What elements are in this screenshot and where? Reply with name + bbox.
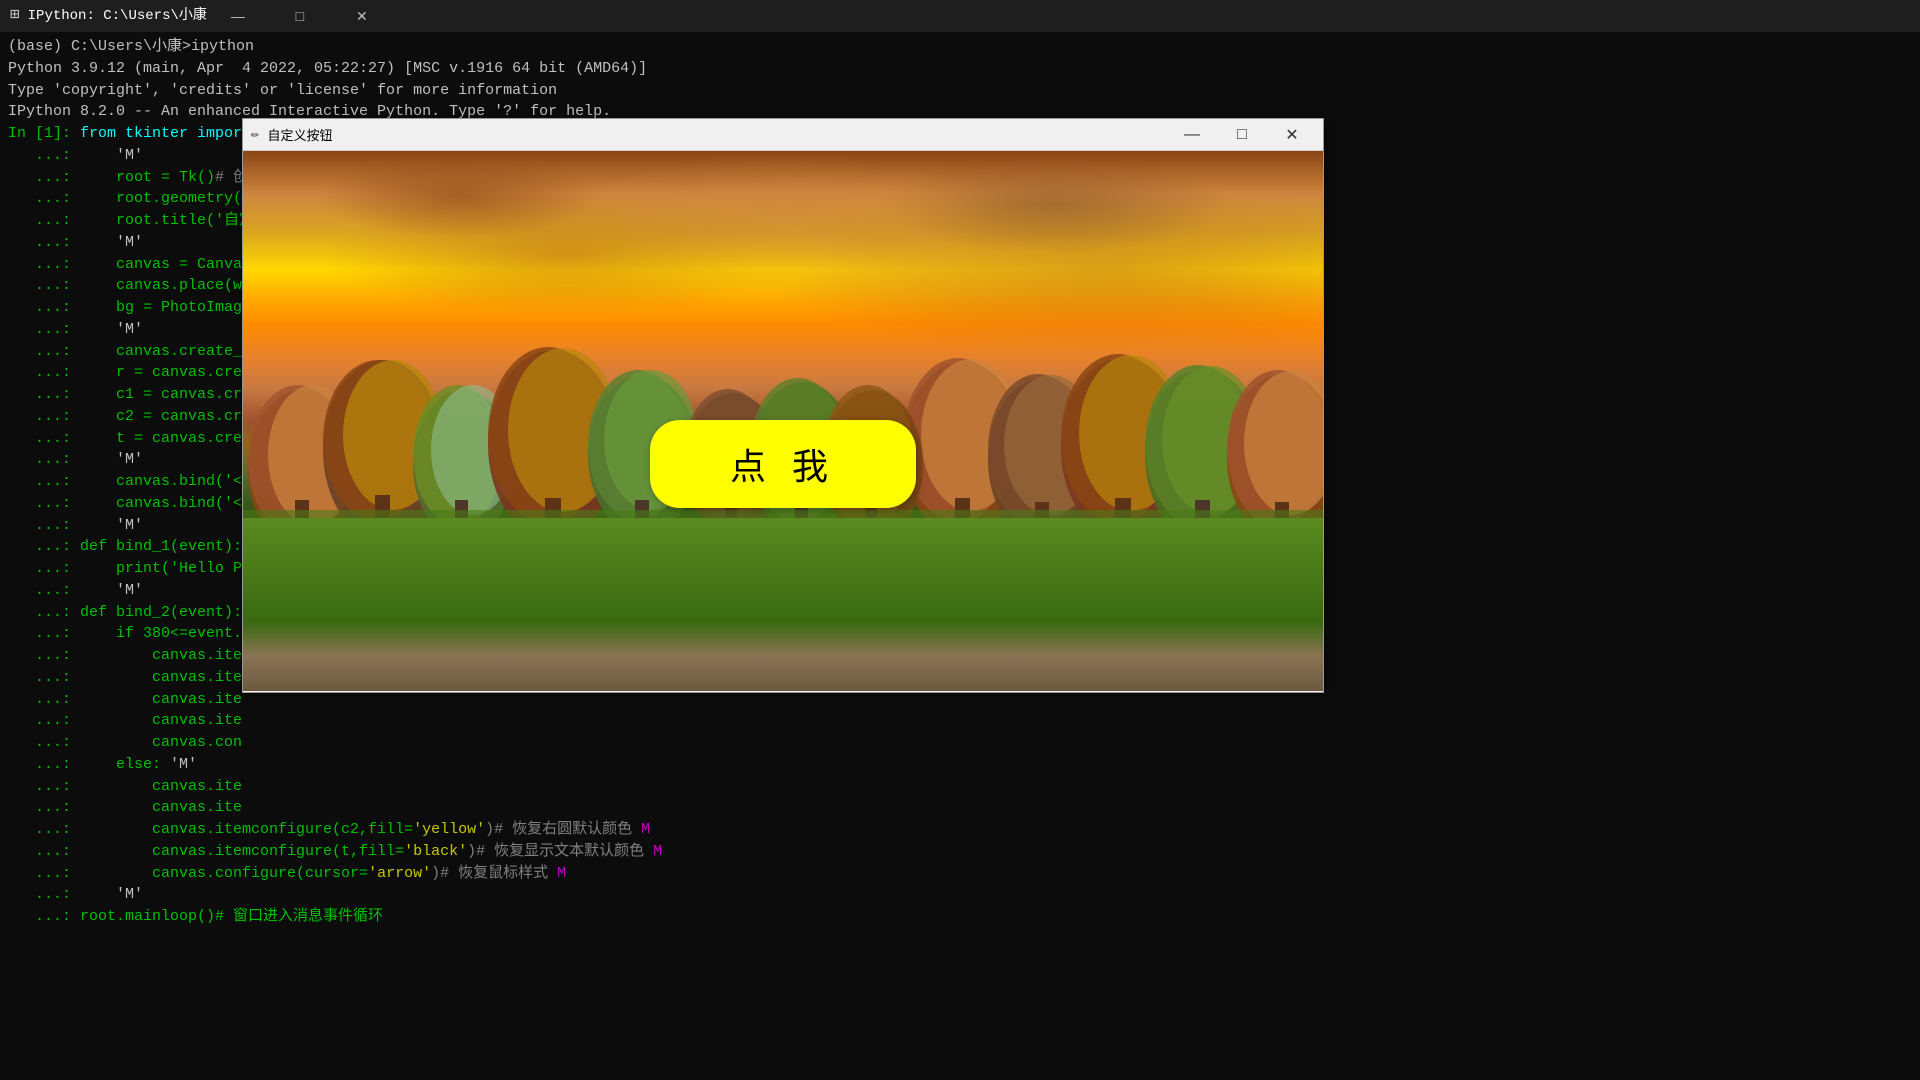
tkinter-window-controls: — □ ✕ bbox=[1169, 121, 1315, 149]
terminal-line: Type 'copyright', 'credits' or 'license'… bbox=[8, 80, 1912, 102]
terminal-titlebar: ⊞ IPython: C:\Users\小康 — □ ✕ bbox=[0, 0, 1920, 32]
terminal-line: Python 3.9.12 (main, Apr 4 2022, 05:22:2… bbox=[8, 58, 1912, 80]
terminal-close-button[interactable]: ✕ bbox=[339, 2, 385, 30]
tkinter-close-button[interactable]: ✕ bbox=[1269, 121, 1315, 149]
terminal-title: IPython: C:\Users\小康 bbox=[28, 6, 207, 26]
tkinter-minimize-button[interactable]: — bbox=[1169, 121, 1215, 149]
canvas-ground bbox=[243, 518, 1323, 691]
terminal-line: ...: canvas.ite bbox=[8, 710, 1912, 732]
terminal-line: ...: root.mainloop()# 窗口进入消息事件循环 bbox=[8, 906, 1912, 928]
canvas-click-button[interactable]: 点 我 bbox=[650, 420, 916, 508]
tkinter-canvas: 点 我 bbox=[243, 151, 1323, 691]
terminal-line: ...: canvas.con bbox=[8, 732, 1912, 754]
tkinter-window-icon: ✏ bbox=[251, 126, 259, 143]
tkinter-window-title: 自定义按钮 bbox=[267, 125, 1161, 144]
terminal-line: ...: else: 'M' bbox=[8, 754, 1912, 776]
terminal-line: ...: canvas.itemconfigure(c2,fill='yello… bbox=[8, 819, 1912, 841]
terminal-maximize-button[interactable]: □ bbox=[277, 2, 323, 30]
terminal-line: ...: canvas.ite bbox=[8, 776, 1912, 798]
terminal-minimize-button[interactable]: — bbox=[215, 2, 261, 30]
terminal-line: ...: canvas.itemconfigure(t,fill='black'… bbox=[8, 841, 1912, 863]
terminal-controls: — □ ✕ bbox=[215, 2, 385, 30]
tkinter-window[interactable]: ✏ 自定义按钮 — □ ✕ bbox=[242, 118, 1324, 693]
terminal-line: ...: 'M' bbox=[8, 884, 1912, 906]
tkinter-titlebar: ✏ 自定义按钮 — □ ✕ bbox=[243, 119, 1323, 151]
tkinter-maximize-button[interactable]: □ bbox=[1219, 121, 1265, 149]
terminal-icon: ⊞ bbox=[10, 4, 20, 27]
terminal-line: ...: canvas.ite bbox=[8, 797, 1912, 819]
terminal-line: ...: canvas.configure(cursor='arrow')# 恢… bbox=[8, 863, 1912, 885]
terminal-line: (base) C:\Users\小康>ipython bbox=[8, 36, 1912, 58]
